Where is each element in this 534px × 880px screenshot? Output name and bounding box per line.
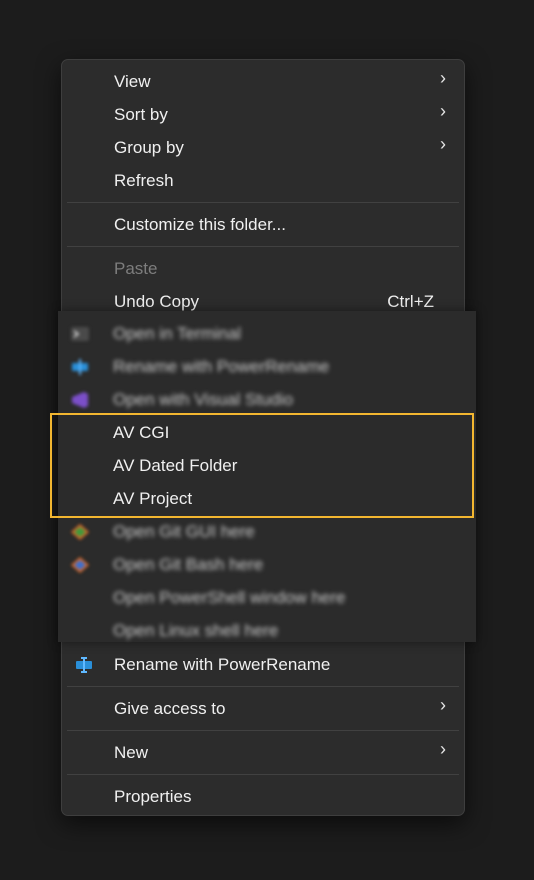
menu-item-view[interactable]: View › <box>62 66 464 99</box>
menu-item-open-terminal[interactable]: Open in Terminal <box>58 318 476 351</box>
chevron-right-icon: › <box>440 134 446 154</box>
visual-studio-icon <box>70 391 90 409</box>
menu-item-label: Open with Visual Studio <box>113 390 294 409</box>
menu-separator <box>67 774 459 775</box>
menu-item-label: Open Git Bash here <box>113 555 264 574</box>
menu-separator <box>67 686 459 687</box>
menu-item-label: AV Project <box>113 489 193 508</box>
menu-item-group-by[interactable]: Group by › <box>62 132 464 165</box>
menu-item-label: Customize this folder... <box>114 215 286 234</box>
menu-item-av-project[interactable]: AV Project <box>58 483 476 516</box>
menu-item-label: Undo Copy <box>114 292 200 311</box>
menu-separator <box>67 246 459 247</box>
menu-item-label: Sort by <box>114 105 168 124</box>
menu-item-label: Group by <box>114 138 184 157</box>
menu-item-label: View <box>114 72 151 91</box>
git-icon <box>70 523 90 541</box>
shortcut-label: Ctrl+Z <box>387 292 434 311</box>
terminal-icon <box>70 325 90 343</box>
menu-item-label: Open Linux shell here <box>113 621 279 640</box>
menu-item-rename-powerrename-blurred[interactable]: Rename with PowerRename <box>58 351 476 384</box>
menu-separator <box>67 202 459 203</box>
git-bash-icon <box>70 556 90 574</box>
menu-item-open-linux-shell[interactable]: Open Linux shell here <box>58 615 476 648</box>
menu-item-label: Rename with PowerRename <box>114 655 331 674</box>
menu-item-give-access[interactable]: Give access to › <box>62 693 464 726</box>
menu-item-label: AV Dated Folder <box>113 456 238 475</box>
menu-item-label: Open PowerShell window here <box>113 588 346 607</box>
powerrename-icon <box>74 656 94 674</box>
menu-item-customize-folder[interactable]: Customize this folder... <box>62 209 464 242</box>
third-party-menu-section: Open in Terminal Rename with PowerRename… <box>58 311 476 642</box>
menu-item-open-git-bash[interactable]: Open Git Bash here <box>58 549 476 582</box>
menu-item-sort-by[interactable]: Sort by › <box>62 99 464 132</box>
menu-item-open-powershell[interactable]: Open PowerShell window here <box>58 582 476 615</box>
menu-item-properties[interactable]: Properties <box>62 781 464 814</box>
menu-item-label: AV CGI <box>113 423 170 442</box>
menu-item-open-visual-studio[interactable]: Open with Visual Studio <box>58 384 476 417</box>
menu-item-label: Properties <box>114 787 192 806</box>
chevron-right-icon: › <box>440 695 446 715</box>
menu-item-new[interactable]: New › <box>62 737 464 770</box>
menu-separator <box>67 730 459 731</box>
menu-item-label: Give access to <box>114 699 226 718</box>
chevron-right-icon: › <box>440 101 446 121</box>
chevron-right-icon: › <box>440 68 446 88</box>
menu-item-label: Refresh <box>114 171 174 190</box>
menu-item-label: New <box>114 743 149 762</box>
menu-item-label: Open in Terminal <box>113 324 242 343</box>
menu-item-refresh[interactable]: Refresh <box>62 165 464 198</box>
menu-item-open-git-gui[interactable]: Open Git GUI here <box>58 516 476 549</box>
menu-item-av-cgi[interactable]: AV CGI <box>58 417 476 450</box>
powerrename-icon <box>70 358 90 376</box>
menu-item-label: Rename with PowerRename <box>113 357 330 376</box>
chevron-right-icon: › <box>440 739 446 759</box>
menu-item-av-dated-folder[interactable]: AV Dated Folder <box>58 450 476 483</box>
menu-item-rename-powerrename[interactable]: Rename with PowerRename <box>62 649 464 682</box>
menu-item-paste: Paste <box>62 253 464 286</box>
menu-item-label: Paste <box>114 259 158 278</box>
menu-item-label: Open Git GUI here <box>113 522 255 541</box>
